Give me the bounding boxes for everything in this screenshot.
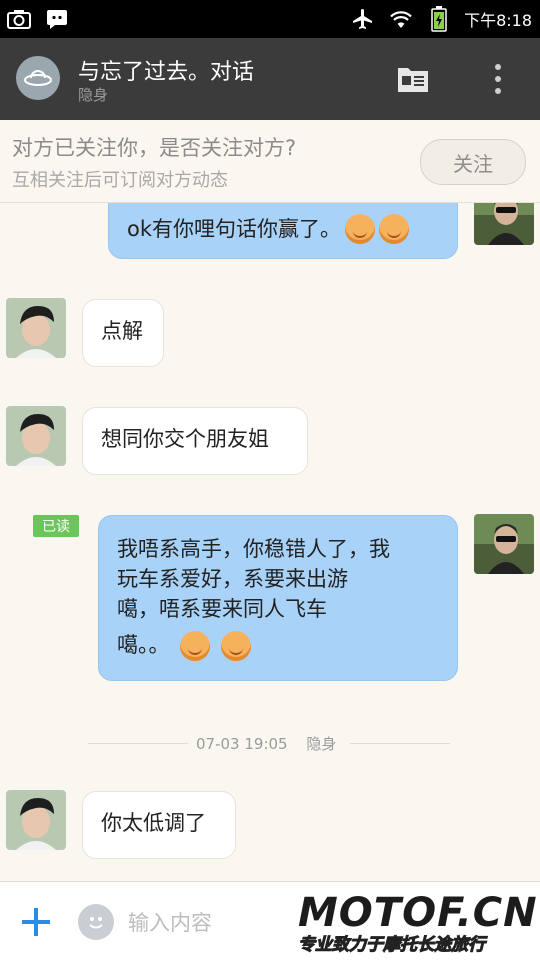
alien-ufo-icon [24, 70, 52, 86]
profile-card-button[interactable] [394, 60, 432, 98]
message-bubble-outgoing[interactable]: ok有你哩句话你赢了。 [108, 203, 458, 259]
message-text: 想同你交个朋友姐 [101, 427, 269, 451]
chat-title: 与忘了过去。对话 [78, 60, 255, 85]
watermark-logo: MOTOF.CN 专业致力于摩托长途旅行 [298, 892, 540, 960]
chat-header: 与忘了过去。对话 隐身 [0, 38, 540, 120]
chat-message-list[interactable]: ok有你哩句话你赢了。 点解 想同你交个朋友姐 已读 我唔系高手，你稳错人了，我… [0, 203, 540, 880]
smug-emoji-icon [180, 631, 211, 661]
blush-emoji-icon [345, 214, 376, 244]
contact-photo-avatar[interactable] [6, 298, 66, 358]
more-dot [495, 64, 501, 70]
follow-banner-title: 对方已关注你，是否关注对方? [12, 136, 297, 160]
blush-emoji-icon [379, 214, 410, 244]
message-icon [44, 6, 70, 32]
follow-button[interactable]: 关注 [420, 139, 526, 185]
plus-icon[interactable] [16, 902, 56, 942]
watermark-slogan: 专业致力于摩托长途旅行 [298, 935, 486, 956]
camera-icon [6, 6, 32, 32]
message-bubble-incoming[interactable]: 想同你交个朋友姐 [82, 407, 308, 475]
chat-subtitle: 隐身 [78, 86, 109, 104]
divider-status: 隐身 [306, 735, 337, 753]
watermark-brand: MOTOF.CN [298, 890, 538, 936]
message-input[interactable]: 输入内容 [128, 902, 308, 942]
airplane-icon [350, 6, 376, 32]
my-avatar[interactable] [474, 203, 534, 245]
more-dot [495, 76, 501, 82]
read-status-badge: 已读 [33, 515, 79, 537]
divider-time: 07-03 19:05 [196, 735, 288, 753]
battery-icon [426, 6, 452, 32]
message-text: 你太低调了 [101, 811, 206, 835]
smug-emoji-icon [220, 631, 251, 661]
profile-card-icon [398, 68, 428, 92]
time-divider: 07-03 19:05 隐身 [196, 733, 336, 754]
contact-photo-avatar[interactable] [6, 790, 66, 850]
contact-avatar[interactable] [16, 56, 60, 100]
more-button[interactable] [484, 60, 512, 98]
message-text-line: 噶。。 [117, 633, 170, 657]
follow-banner-subtitle: 互相关注后可订阅对方动态 [12, 170, 228, 191]
message-bubble-outgoing[interactable]: 我唔系高手，你稳错人了，我 玩车系爱好，系要来出游 噶，唔系要来同人飞车 噶。。 [98, 515, 458, 681]
divider-line [88, 743, 188, 744]
emoji-icon[interactable] [78, 904, 114, 940]
message-text-line: 噶，唔系要来同人飞车 [117, 597, 327, 621]
message-text: 点解 [101, 319, 143, 343]
contact-photo-avatar[interactable] [6, 406, 66, 466]
status-time: 下午8:18 [464, 11, 532, 30]
my-avatar[interactable] [474, 514, 534, 574]
message-bubble-incoming[interactable]: 点解 [82, 299, 164, 367]
more-dot [495, 88, 501, 94]
message-text: ok有你哩句话你赢了。 [127, 217, 342, 241]
wifi-icon [388, 6, 414, 32]
message-text-line: 玩车系爱好，系要来出游 [117, 567, 348, 591]
message-text-line: 我唔系高手，你稳错人了，我 [117, 537, 390, 561]
status-bar: 下午8:18 [0, 0, 540, 38]
divider-line [350, 743, 450, 744]
message-bubble-incoming[interactable]: 你太低调了 [82, 791, 236, 859]
